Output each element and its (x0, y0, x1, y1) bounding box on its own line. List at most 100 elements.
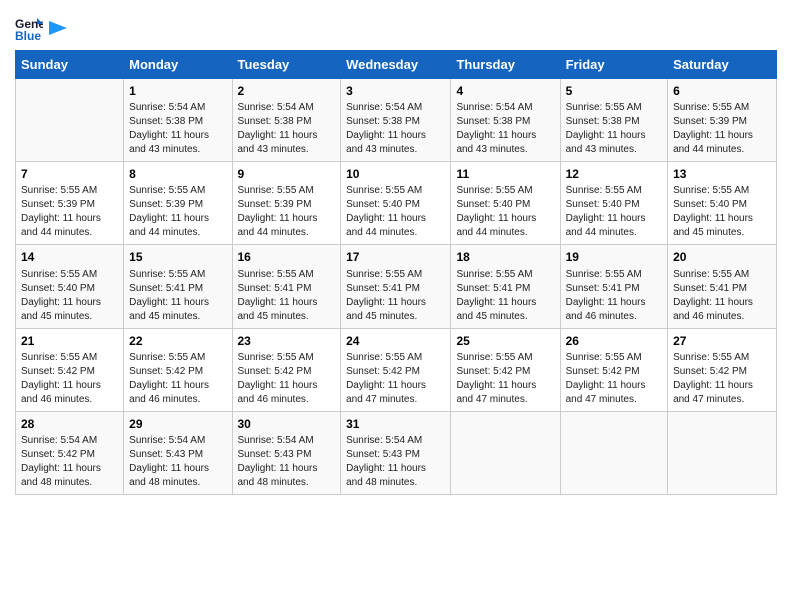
calendar-cell: 25 Sunrise: 5:55 AMSunset: 5:42 PMDayligh… (451, 328, 560, 411)
calendar-cell: 2 Sunrise: 5:54 AMSunset: 5:38 PMDaylight… (232, 79, 341, 162)
week-row-2: 7 Sunrise: 5:55 AMSunset: 5:39 PMDaylight… (16, 162, 777, 245)
calendar-cell: 30 Sunrise: 5:54 AMSunset: 5:43 PMDayligh… (232, 411, 341, 494)
calendar-cell: 31Sunrise: 5:54 AMSunset: 5:43 PMDayligh… (341, 411, 451, 494)
calendar-cell: 23 Sunrise: 5:55 AMSunset: 5:42 PMDayligh… (232, 328, 341, 411)
week-row-3: 14Sunrise: 5:55 AMSunset: 5:40 PMDayligh… (16, 245, 777, 328)
day-number: 5 (566, 83, 662, 99)
day-number: 13 (673, 166, 771, 182)
day-number: 14 (21, 249, 118, 265)
day-info: Sunrise: 5:55 AMSunset: 5:38 PMDaylight:… (566, 101, 662, 157)
day-number: 6 (673, 83, 771, 99)
day-number: 12 (566, 166, 662, 182)
day-number: 17 (346, 249, 445, 265)
day-info: Sunrise: 5:54 AMSunset: 5:38 PMDaylight:… (346, 101, 445, 157)
day-number: 27 (673, 333, 771, 349)
logo: General Blue (15, 14, 67, 42)
day-number: 29 (129, 416, 226, 432)
col-header-thursday: Thursday (451, 51, 560, 79)
day-number: 16 (238, 249, 336, 265)
day-number: 23 (238, 333, 336, 349)
day-info: Sunrise: 5:54 AMSunset: 5:42 PMDaylight:… (21, 434, 118, 490)
svg-text:Blue: Blue (15, 29, 41, 42)
day-info: Sunrise: 5:55 AMSunset: 5:41 PMDaylight:… (456, 268, 554, 324)
calendar-cell: 1 Sunrise: 5:54 AMSunset: 5:38 PMDaylight… (124, 79, 232, 162)
day-info: Sunrise: 5:55 AMSunset: 5:42 PMDaylight:… (346, 351, 445, 407)
day-number: 10 (346, 166, 445, 182)
day-number: 11 (456, 166, 554, 182)
day-info: Sunrise: 5:55 AMSunset: 5:40 PMDaylight:… (456, 184, 554, 240)
col-header-sunday: Sunday (16, 51, 124, 79)
day-info: Sunrise: 5:54 AMSunset: 5:38 PMDaylight:… (238, 101, 336, 157)
day-number: 21 (21, 333, 118, 349)
day-info: Sunrise: 5:54 AMSunset: 5:43 PMDaylight:… (346, 434, 445, 490)
col-header-saturday: Saturday (668, 51, 777, 79)
calendar-cell (451, 411, 560, 494)
day-number: 24 (346, 333, 445, 349)
col-header-tuesday: Tuesday (232, 51, 341, 79)
day-info: Sunrise: 5:54 AMSunset: 5:38 PMDaylight:… (129, 101, 226, 157)
calendar-cell (16, 79, 124, 162)
calendar-cell: 13 Sunrise: 5:55 AMSunset: 5:40 PMDayligh… (668, 162, 777, 245)
calendar-cell: 26 Sunrise: 5:55 AMSunset: 5:42 PMDayligh… (560, 328, 667, 411)
day-number: 3 (346, 83, 445, 99)
col-header-wednesday: Wednesday (341, 51, 451, 79)
day-number: 7 (21, 166, 118, 182)
calendar-cell: 29Sunrise: 5:54 AMSunset: 5:43 PMDayligh… (124, 411, 232, 494)
day-info: Sunrise: 5:55 AMSunset: 5:42 PMDaylight:… (566, 351, 662, 407)
logo-icon: General Blue (15, 14, 43, 42)
calendar-table: SundayMondayTuesdayWednesdayThursdayFrid… (15, 50, 777, 495)
calendar-cell: 3 Sunrise: 5:54 AMSunset: 5:38 PMDaylight… (341, 79, 451, 162)
calendar-cell: 22Sunrise: 5:55 AMSunset: 5:42 PMDayligh… (124, 328, 232, 411)
calendar-cell: 8Sunrise: 5:55 AMSunset: 5:39 PMDaylight… (124, 162, 232, 245)
calendar-cell: 15Sunrise: 5:55 AMSunset: 5:41 PMDayligh… (124, 245, 232, 328)
day-number: 25 (456, 333, 554, 349)
calendar-cell: 20 Sunrise: 5:55 AMSunset: 5:41 PMDayligh… (668, 245, 777, 328)
day-info: Sunrise: 5:55 AMSunset: 5:42 PMDaylight:… (238, 351, 336, 407)
calendar-cell: 16 Sunrise: 5:55 AMSunset: 5:41 PMDayligh… (232, 245, 341, 328)
week-row-1: 1 Sunrise: 5:54 AMSunset: 5:38 PMDaylight… (16, 79, 777, 162)
week-row-4: 21 Sunrise: 5:55 AMSunset: 5:42 PMDayligh… (16, 328, 777, 411)
calendar-cell: 21 Sunrise: 5:55 AMSunset: 5:42 PMDayligh… (16, 328, 124, 411)
calendar-cell: 17 Sunrise: 5:55 AMSunset: 5:41 PMDayligh… (341, 245, 451, 328)
day-number: 1 (129, 83, 226, 99)
day-number: 9 (238, 166, 336, 182)
day-number: 4 (456, 83, 554, 99)
day-number: 2 (238, 83, 336, 99)
day-info: Sunrise: 5:55 AMSunset: 5:42 PMDaylight:… (21, 351, 118, 407)
calendar-cell: 6Sunrise: 5:55 AMSunset: 5:39 PMDaylight… (668, 79, 777, 162)
calendar-cell: 18 Sunrise: 5:55 AMSunset: 5:41 PMDayligh… (451, 245, 560, 328)
day-info: Sunrise: 5:55 AMSunset: 5:41 PMDaylight:… (566, 268, 662, 324)
calendar-cell: 5 Sunrise: 5:55 AMSunset: 5:38 PMDaylight… (560, 79, 667, 162)
day-info: Sunrise: 5:55 AMSunset: 5:42 PMDaylight:… (456, 351, 554, 407)
day-info: Sunrise: 5:54 AMSunset: 5:38 PMDaylight:… (456, 101, 554, 157)
col-header-friday: Friday (560, 51, 667, 79)
day-info: Sunrise: 5:55 AMSunset: 5:41 PMDaylight:… (238, 268, 336, 324)
day-info: Sunrise: 5:55 AMSunset: 5:41 PMDaylight:… (346, 268, 445, 324)
calendar-cell: 28 Sunrise: 5:54 AMSunset: 5:42 PMDayligh… (16, 411, 124, 494)
day-info: Sunrise: 5:55 AMSunset: 5:39 PMDaylight:… (129, 184, 226, 240)
day-number: 22 (129, 333, 226, 349)
day-number: 20 (673, 249, 771, 265)
week-row-5: 28 Sunrise: 5:54 AMSunset: 5:42 PMDayligh… (16, 411, 777, 494)
calendar-cell: 10Sunrise: 5:55 AMSunset: 5:40 PMDayligh… (341, 162, 451, 245)
day-info: Sunrise: 5:55 AMSunset: 5:41 PMDaylight:… (673, 268, 771, 324)
day-info: Sunrise: 5:55 AMSunset: 5:40 PMDaylight:… (673, 184, 771, 240)
day-number: 28 (21, 416, 118, 432)
calendar-cell: 14Sunrise: 5:55 AMSunset: 5:40 PMDayligh… (16, 245, 124, 328)
page-container: General Blue SundayMondayTuesdayWed (0, 0, 792, 505)
calendar-cell: 4 Sunrise: 5:54 AMSunset: 5:38 PMDaylight… (451, 79, 560, 162)
calendar-cell: 24 Sunrise: 5:55 AMSunset: 5:42 PMDayligh… (341, 328, 451, 411)
day-number: 18 (456, 249, 554, 265)
day-number: 26 (566, 333, 662, 349)
calendar-cell: 7Sunrise: 5:55 AMSunset: 5:39 PMDaylight… (16, 162, 124, 245)
calendar-cell: 11 Sunrise: 5:55 AMSunset: 5:40 PMDayligh… (451, 162, 560, 245)
day-info: Sunrise: 5:55 AMSunset: 5:39 PMDaylight:… (238, 184, 336, 240)
calendar-cell (560, 411, 667, 494)
calendar-header-row: SundayMondayTuesdayWednesdayThursdayFrid… (16, 51, 777, 79)
day-info: Sunrise: 5:55 AMSunset: 5:40 PMDaylight:… (566, 184, 662, 240)
calendar-cell: 9 Sunrise: 5:55 AMSunset: 5:39 PMDaylight… (232, 162, 341, 245)
day-info: Sunrise: 5:54 AMSunset: 5:43 PMDaylight:… (238, 434, 336, 490)
logo-arrow-icon (49, 21, 67, 35)
day-number: 30 (238, 416, 336, 432)
calendar-cell (668, 411, 777, 494)
